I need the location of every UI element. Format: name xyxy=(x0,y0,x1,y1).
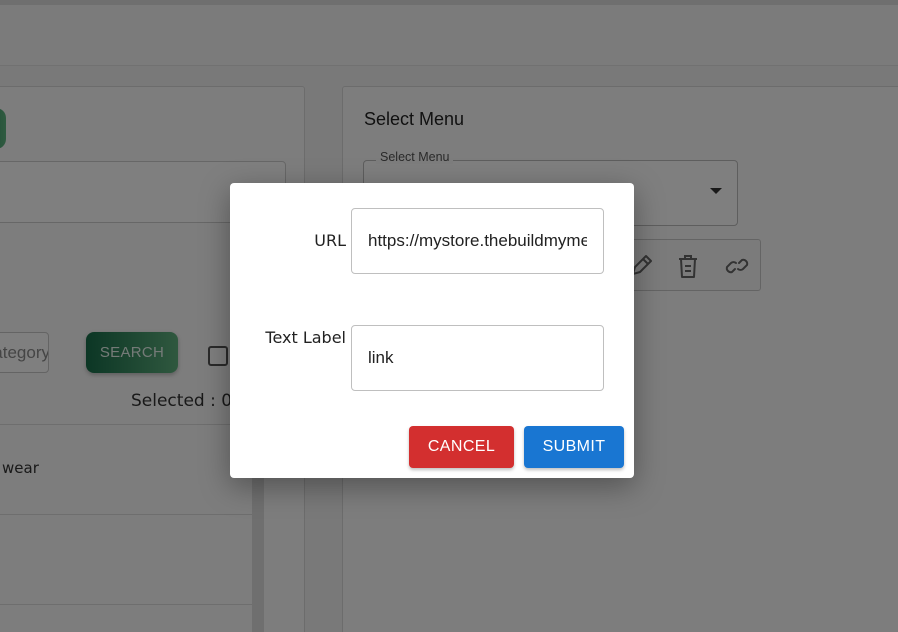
link-dialog: URL Text Label CANCEL SUBMIT xyxy=(230,183,634,478)
text-label-input[interactable] xyxy=(351,325,604,391)
submit-button[interactable]: SUBMIT xyxy=(524,426,624,468)
url-label: URL xyxy=(314,231,346,250)
text-label-label: Text Label xyxy=(265,328,346,347)
url-input[interactable] xyxy=(351,208,604,274)
cancel-button[interactable]: CANCEL xyxy=(409,426,514,468)
